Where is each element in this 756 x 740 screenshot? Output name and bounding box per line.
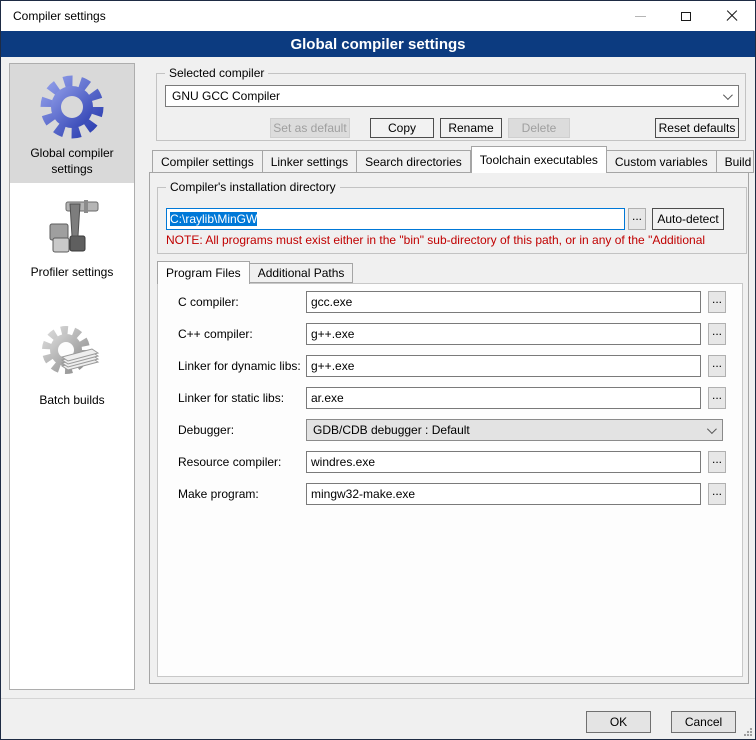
- tab-toolchain-executables[interactable]: Toolchain executables: [471, 146, 607, 173]
- field-label: C compiler:: [178, 295, 304, 309]
- c-compiler-input[interactable]: [306, 291, 701, 313]
- installation-directory-label: Compiler's installation directory: [166, 180, 340, 194]
- installation-directory-group: Compiler's installation directory C:\ray…: [157, 187, 747, 254]
- minimize-icon: [635, 16, 646, 17]
- linker-for-static-libs-browse-button[interactable]: ...: [708, 387, 726, 409]
- sidebar-item-label: Profiler settings: [27, 263, 118, 287]
- auto-detect-button[interactable]: Auto-detect: [652, 208, 724, 230]
- gray-gear-stack-icon: [39, 321, 105, 387]
- settings-category-sidebar: Global compiler settings Profiler setting…: [9, 63, 135, 690]
- minimize-button[interactable]: [617, 1, 663, 31]
- copy-button[interactable]: Copy: [370, 118, 434, 138]
- sidebar-item-profiler-settings[interactable]: Profiler settings: [10, 183, 134, 287]
- tab-linker-settings[interactable]: Linker settings: [263, 150, 357, 173]
- caption-buttons: [617, 1, 755, 31]
- compiler-select[interactable]: GNU GCC Compiler: [165, 85, 739, 107]
- sidebar-item-global-compiler-settings[interactable]: Global compiler settings: [10, 64, 134, 183]
- field-row-c-compiler: C compiler:...: [158, 291, 744, 313]
- close-icon: [726, 10, 738, 22]
- linker-for-static-libs-input[interactable]: [306, 387, 701, 409]
- resource-compiler-input[interactable]: [306, 451, 701, 473]
- chevron-down-icon: [723, 90, 733, 100]
- field-label: Resource compiler:: [178, 455, 304, 469]
- ok-button[interactable]: OK: [586, 711, 651, 733]
- dialog-footer: OK Cancel: [1, 698, 755, 739]
- sidebar-item-label: Global compiler settings: [10, 144, 134, 183]
- tab-custom-variables[interactable]: Custom variables: [607, 150, 717, 173]
- field-label: Linker for dynamic libs:: [178, 359, 304, 373]
- debugger-select[interactable]: GDB/CDB debugger : Default: [306, 419, 723, 441]
- set-as-default-button: Set as default: [270, 118, 350, 138]
- cancel-button[interactable]: Cancel: [671, 711, 736, 733]
- rename-button[interactable]: Rename: [440, 118, 502, 138]
- maximize-button[interactable]: [663, 1, 709, 31]
- sidebar-item-label: Batch builds: [35, 391, 108, 415]
- tab-build-options[interactable]: Build options: [717, 150, 754, 173]
- sidebar-item-batch-builds[interactable]: Batch builds: [10, 311, 134, 415]
- profiler-caliper-icon: [39, 193, 105, 259]
- field-row-resource-compiler: Resource compiler:...: [158, 451, 744, 473]
- installation-directory-input[interactable]: C:\raylib\MinGW: [166, 208, 625, 230]
- delete-button: Delete: [508, 118, 570, 138]
- selected-compiler-group: Selected compiler GNU GCC Compiler Set a…: [156, 73, 746, 141]
- c-compiler-input[interactable]: [306, 323, 701, 345]
- field-value: GDB/CDB debugger : Default: [313, 423, 470, 437]
- make-program-input[interactable]: [306, 483, 701, 505]
- chevron-down-icon: [707, 424, 717, 434]
- resize-grip[interactable]: [744, 728, 752, 736]
- installation-directory-browse-button[interactable]: ...: [628, 208, 646, 230]
- installation-directory-value: C:\raylib\MinGW: [170, 212, 257, 226]
- tab-search-directories[interactable]: Search directories: [357, 150, 471, 173]
- program-files-panel: C compiler:...C++ compiler:...Linker for…: [157, 283, 743, 677]
- window-title: Compiler settings: [1, 9, 106, 23]
- bin-subdirectory-note: NOTE: All programs must exist either in …: [166, 233, 744, 247]
- maximize-icon: [681, 12, 691, 21]
- blue-gear-icon: [39, 74, 105, 140]
- field-label: Linker for static libs:: [178, 391, 304, 405]
- make-program-browse-button[interactable]: ...: [708, 483, 726, 505]
- compiler-settings-dialog: Compiler settings Global compiler settin…: [0, 0, 756, 740]
- c-compiler-browse-button[interactable]: ...: [708, 291, 726, 313]
- selected-compiler-label: Selected compiler: [165, 66, 268, 80]
- subtab-program-files[interactable]: Program Files: [157, 261, 250, 284]
- reset-defaults-button[interactable]: Reset defaults: [655, 118, 739, 138]
- field-label: C++ compiler:: [178, 327, 304, 341]
- subtab-additional-paths[interactable]: Additional Paths: [250, 263, 354, 283]
- toolchain-executables-page: Compiler's installation directory C:\ray…: [149, 172, 749, 684]
- field-label: Make program:: [178, 487, 304, 501]
- field-row-c-compiler: C++ compiler:...: [158, 323, 744, 345]
- resource-compiler-browse-button[interactable]: ...: [708, 451, 726, 473]
- close-button[interactable]: [709, 1, 755, 31]
- c-compiler-browse-button[interactable]: ...: [708, 323, 726, 345]
- program-files-tabstrip: Program FilesAdditional Paths: [157, 260, 353, 283]
- title-bar: Compiler settings: [1, 1, 755, 31]
- main-tabstrip: Compiler settingsLinker settingsSearch d…: [152, 146, 756, 173]
- field-row-linker-for-dynamic-libs: Linker for dynamic libs:...: [158, 355, 744, 377]
- compiler-actions: Set as default Copy Rename Delete Reset defa…: [165, 118, 739, 138]
- field-row-linker-for-static-libs: Linker for static libs:...: [158, 387, 744, 409]
- compiler-select-value: GNU GCC Compiler: [172, 89, 280, 103]
- field-label: Debugger:: [178, 423, 304, 437]
- tab-compiler-settings[interactable]: Compiler settings: [152, 150, 263, 173]
- linker-for-dynamic-libs-browse-button[interactable]: ...: [708, 355, 726, 377]
- field-row-debugger: Debugger: GDB/CDB debugger : Default: [158, 419, 744, 441]
- field-row-make-program: Make program:...: [158, 483, 744, 505]
- installation-directory-row: C:\raylib\MinGW ... Auto-detect: [166, 208, 740, 230]
- dialog-header: Global compiler settings: [1, 31, 755, 57]
- dialog-body: Global compiler settings Profiler setting…: [1, 57, 755, 739]
- linker-for-dynamic-libs-input[interactable]: [306, 355, 701, 377]
